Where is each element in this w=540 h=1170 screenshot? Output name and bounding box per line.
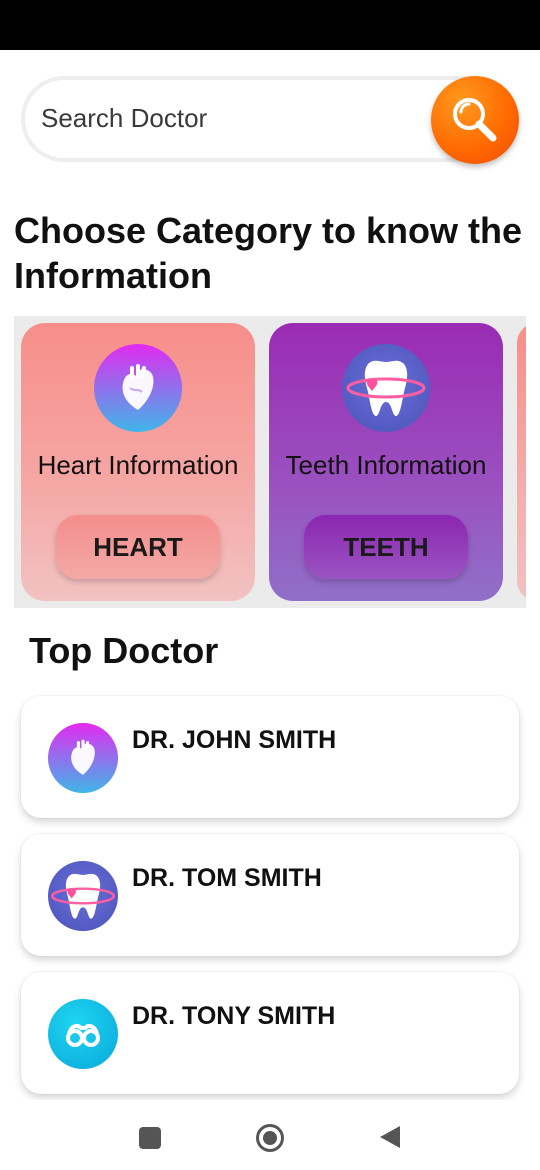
teeth-button[interactable]: TEETH [304,515,468,579]
doctor-name: DR. TONY SMITH [132,1002,336,1030]
category-section-title: Choose Category to know the Information [14,210,523,296]
category-label-heart: Heart Information [37,450,239,480]
search-input[interactable] [41,98,421,138]
home-dot [263,1131,277,1145]
home-icon[interactable] [256,1124,284,1152]
heart-button[interactable]: HEART [56,515,220,579]
doctor-card[interactable]: DR. TONY SMITH [21,972,519,1094]
system-nav-bar [0,1100,540,1170]
recents-icon[interactable] [139,1127,161,1149]
category-label-teeth: Teeth Information [285,450,487,480]
category-card-heart[interactable]: Heart Information HEART [21,323,255,601]
heart-icon [48,723,118,793]
category-card-teeth[interactable]: Teeth Information TEETH [269,323,503,601]
search-button[interactable] [431,76,519,164]
status-bar [0,0,540,50]
category-card-next[interactable] [517,323,526,601]
doctor-name: DR. JOHN SMITH [132,726,337,754]
eye-icon [48,999,118,1069]
top-doctor-title: Top Doctor [29,630,219,671]
tooth-icon [48,861,118,931]
tooth-icon [342,344,430,432]
search-icon [453,98,497,142]
heart-icon [94,344,182,432]
category-carousel[interactable]: Heart Information HEART Teeth Informatio… [14,316,526,608]
doctor-card[interactable]: DR. JOHN SMITH [21,696,519,818]
doctor-name: DR. TOM SMITH [132,864,322,892]
doctor-card[interactable]: DR. TOM SMITH [21,834,519,956]
back-icon[interactable] [380,1126,400,1148]
